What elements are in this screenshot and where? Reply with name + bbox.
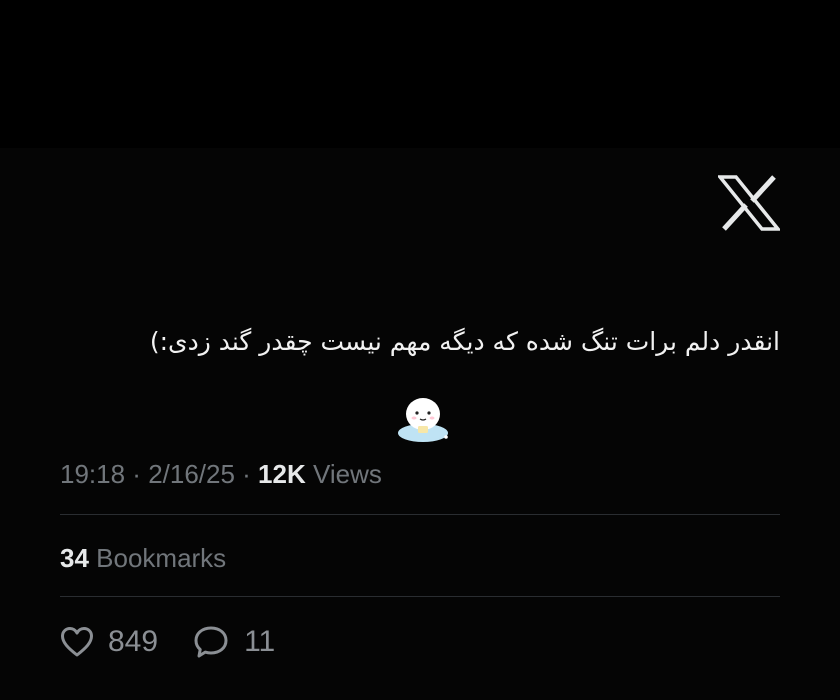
views-label: Views [305,459,382,489]
bookmarks-stat[interactable]: 34 Bookmarks [60,543,226,574]
divider [60,596,780,597]
meta-separator: · [234,459,259,489]
like-button[interactable]: 849 [60,625,158,659]
x-logo-icon [718,175,780,231]
meta-separator: · [125,459,149,489]
tweet-meta: 19:18 · 2/16/25 · 12K Views [60,459,382,490]
tweet-time[interactable]: 19:18 [60,459,125,489]
cute-character-sticker [398,398,448,442]
reply-count: 11 [244,625,276,658]
heart-icon [61,627,93,657]
views-count: 12K [258,459,306,489]
reply-button[interactable]: 11 [192,625,275,659]
bookmarks-count: 34 [60,543,89,573]
bookmarks-label: Bookmarks [88,543,227,573]
tweet-date[interactable]: 2/16/25 [148,459,235,489]
like-count: 849 [108,625,159,658]
divider [60,514,780,515]
action-bar: 849 11 [60,620,275,664]
tweet-text: انقدر دلم برات تنگ شده که دیگه مهم نیست … [149,327,780,356]
reply-bubble-icon [194,626,228,658]
